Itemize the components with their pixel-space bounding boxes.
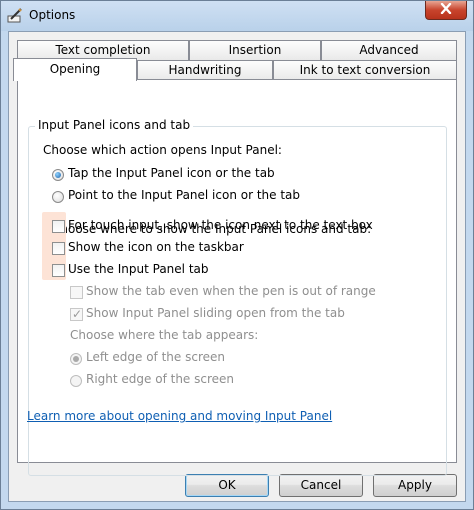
checkbox-touch-input-label[interactable]: For touch input, show the icon next to t… (68, 218, 373, 232)
checkbox-show-tab-out-of-range[interactable] (70, 286, 83, 299)
tab-advanced[interactable]: Advanced (321, 40, 457, 60)
options-dialog: Options Text completion Insertion Advanc… (0, 0, 474, 510)
panel-controls: For touch input, show the icon next to t… (17, 79, 457, 463)
cancel-button[interactable]: Cancel (279, 474, 363, 497)
checkbox-show-tab-out-of-range-label[interactable]: Show the tab even when the pen is out of… (86, 284, 376, 298)
window-title: Options (29, 8, 76, 22)
checkbox-sliding-open-label[interactable]: Show Input Panel sliding open from the t… (86, 306, 345, 320)
tab-ink-to-text-conversion[interactable]: Ink to text conversion (273, 60, 457, 80)
radio-right-edge-label[interactable]: Right edge of the screen (86, 372, 234, 386)
checkbox-taskbar-label[interactable]: Show the icon on the taskbar (68, 240, 244, 254)
checkbox-use-tab[interactable] (52, 264, 65, 277)
tab-position-prompt: Choose where the tab appears: (70, 328, 259, 342)
close-icon (440, 2, 452, 17)
apply-button[interactable]: Apply (373, 474, 457, 497)
tab-text-completion[interactable]: Text completion (17, 40, 189, 60)
checkmark-icon: ✓ (72, 307, 83, 321)
ok-button[interactable]: OK (185, 474, 269, 497)
radio-left-edge[interactable] (70, 353, 82, 365)
checkbox-taskbar-icon[interactable] (52, 242, 65, 255)
checkbox-sliding-open[interactable]: ✓ (70, 307, 83, 321)
radio-right-edge[interactable] (70, 375, 82, 387)
tab-handwriting[interactable]: Handwriting (137, 60, 273, 80)
title-bar[interactable]: Options (1, 1, 473, 31)
pen-tablet-icon (7, 7, 23, 23)
learn-more-link[interactable]: Learn more about opening and moving Inpu… (27, 409, 332, 423)
close-button[interactable] (425, 1, 467, 20)
checkbox-touch-input-icon[interactable] (52, 220, 65, 233)
checkbox-use-tab-label[interactable]: Use the Input Panel tab (68, 262, 209, 276)
tab-opening[interactable]: Opening (13, 58, 137, 81)
dialog-client-area: Text completion Insertion Advanced Openi… (8, 31, 466, 502)
tab-insertion[interactable]: Insertion (189, 40, 321, 60)
radio-left-edge-label[interactable]: Left edge of the screen (86, 350, 225, 364)
